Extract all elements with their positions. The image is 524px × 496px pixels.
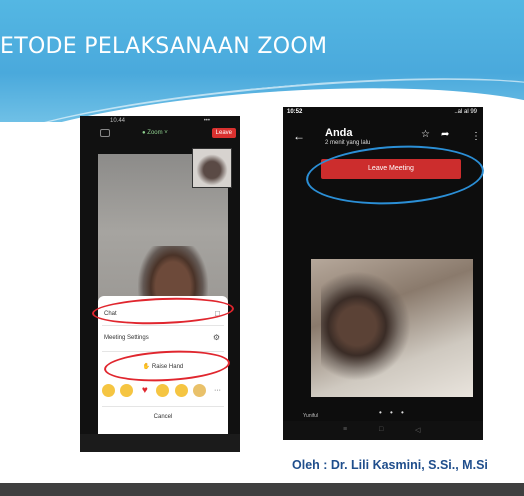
right-android-navbar: ≡ □ ◁ <box>283 421 483 440</box>
more-vert-icon[interactable]: ⋮ <box>471 131 481 142</box>
meeting-settings-menu-item[interactable]: Meeting Settings ⚙ <box>102 330 224 346</box>
thumbs-up-reaction-icon[interactable] <box>120 384 134 397</box>
zoom-app-label[interactable]: ● Zoom ˅ <box>142 130 168 136</box>
switch-camera-icon[interactable] <box>100 129 110 137</box>
video-label: Yuniful <box>303 413 319 419</box>
gear-icon: ⚙ <box>212 333 220 342</box>
participant-face <box>321 271 411 381</box>
left-status-time: 10.44 <box>110 118 126 124</box>
self-view-thumbnail[interactable] <box>192 148 232 188</box>
meeting-settings-label: Meeting Settings <box>104 335 149 341</box>
reactions-row: ♥ ··· <box>102 384 224 398</box>
cancel-button[interactable]: Cancel <box>98 414 228 420</box>
joy-reaction-icon[interactable] <box>156 384 170 397</box>
star-icon[interactable]: ☆ <box>421 129 430 140</box>
menu-divider <box>102 325 224 326</box>
home-icon[interactable]: □ <box>379 426 383 433</box>
nav-back-icon[interactable]: ◁ <box>415 426 420 434</box>
zoom-app-label-text: Zoom <box>147 130 163 136</box>
right-status-icons: ..al al 99 <box>454 109 477 115</box>
heart-reaction-icon[interactable]: ♥ <box>138 384 151 397</box>
left-zoom-topbar: ● Zoom ˅ Leave <box>80 126 240 144</box>
page-indicator: • • • <box>379 408 407 417</box>
left-status-bar: 10.44 ••• <box>80 116 240 126</box>
contact-name: Anda <box>325 127 353 139</box>
right-video-feed <box>311 259 473 397</box>
open-mouth-reaction-icon[interactable] <box>174 384 188 397</box>
leave-button[interactable]: Leave <box>211 128 236 138</box>
slide-title: ETODE PELAKSANAAN ZOOM <box>0 34 328 59</box>
left-phone-screenshot: 10.44 ••• ● Zoom ˅ Leave Chat □ Meeting … <box>80 116 240 452</box>
menu-divider <box>102 406 224 407</box>
back-arrow-icon[interactable]: ← <box>293 129 305 143</box>
right-status-time: 10:52 <box>287 109 303 115</box>
author-credit: Oleh : Dr. Lili Kasmini, S.Si., M.Si <box>292 458 488 472</box>
footer-bar <box>0 483 524 496</box>
tada-reaction-icon[interactable] <box>192 384 206 397</box>
more-reactions-icon[interactable]: ··· <box>211 384 224 397</box>
clap-reaction-icon[interactable] <box>102 384 115 397</box>
left-android-navbar <box>80 434 240 452</box>
share-icon[interactable]: ➦ <box>441 129 449 140</box>
right-status-bar: 10:52 ..al al 99 <box>283 107 483 119</box>
header-band <box>0 0 524 122</box>
recents-icon[interactable]: ≡ <box>343 426 347 433</box>
left-status-icons: ••• <box>203 118 210 124</box>
contact-subtitle: 2 menit yang lalu <box>325 140 371 146</box>
